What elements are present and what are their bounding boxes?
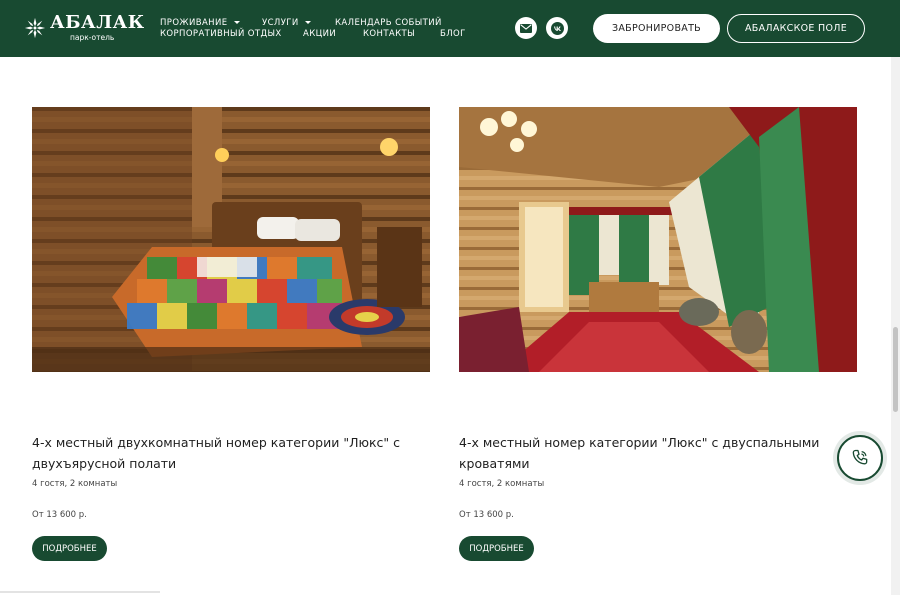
mail-icon	[520, 23, 532, 33]
vk-button[interactable]	[546, 17, 568, 39]
scrollbar[interactable]	[891, 57, 900, 595]
room-price: От 13 600 р.	[32, 510, 87, 520]
logo-name: АБАЛАК	[50, 12, 145, 34]
nav-item-services[interactable]: УСЛУГИ	[262, 18, 311, 28]
room-photo[interactable]	[32, 107, 430, 372]
snowflake-icon	[24, 17, 46, 39]
room-capacity: 4 гостя, 2 комнаты	[459, 479, 545, 489]
details-button[interactable]: ПОДРОБНЕЕ	[459, 536, 534, 561]
chevron-down-icon	[233, 21, 240, 24]
main-nav: ПРОЖИВАНИЕ УСЛУГИ КАЛЕНДАРЬ СОБЫТИЙ КОРП…	[160, 18, 465, 42]
mail-button[interactable]	[515, 17, 537, 39]
callback-button[interactable]	[837, 435, 883, 481]
abalak-field-button[interactable]: АБАЛАКСКОЕ ПОЛЕ	[727, 14, 865, 43]
vk-icon	[550, 21, 564, 35]
room-capacity: 4 гостя, 2 комнаты	[32, 479, 118, 489]
scrollbar-thumb[interactable]	[893, 327, 898, 412]
details-button[interactable]: ПОДРОБНЕЕ	[32, 536, 107, 561]
nav-item-corporate[interactable]: КОРПОРАТИВНЫЙ ОТДЫХ	[160, 29, 282, 39]
logo-subtitle: парк-отель	[70, 33, 115, 43]
room-title[interactable]: 4-х местный двухкомнатный номер категори…	[32, 432, 432, 474]
nav-item-promotions[interactable]: АКЦИИ	[303, 29, 336, 39]
nav-item-events-calendar[interactable]: КАЛЕНДАРЬ СОБЫТИЙ	[335, 18, 442, 28]
room-price: От 13 600 р.	[459, 510, 514, 520]
divider	[0, 591, 160, 593]
site-header: АБАЛАК парк-отель ПРОЖИВАНИЕ УСЛУГИ КАЛЕ…	[0, 0, 900, 57]
logo[interactable]: АБАЛАК парк-отель	[24, 9, 145, 47]
nav-item-blog[interactable]: БЛОГ	[440, 29, 466, 39]
room-photo[interactable]	[459, 107, 857, 372]
log-cabin-bedroom-image	[32, 107, 430, 372]
phone-icon	[852, 449, 868, 465]
nav-item-contacts[interactable]: КОНТАКТЫ	[363, 29, 415, 39]
book-button[interactable]: ЗАБРОНИРОВАТЬ	[593, 14, 720, 43]
room-title[interactable]: 4-х местный номер категории "Люкс" с дву…	[459, 432, 859, 474]
log-cabin-room-image	[459, 107, 857, 372]
nav-item-accommodation[interactable]: ПРОЖИВАНИЕ	[160, 18, 240, 28]
chevron-down-icon	[304, 21, 311, 24]
